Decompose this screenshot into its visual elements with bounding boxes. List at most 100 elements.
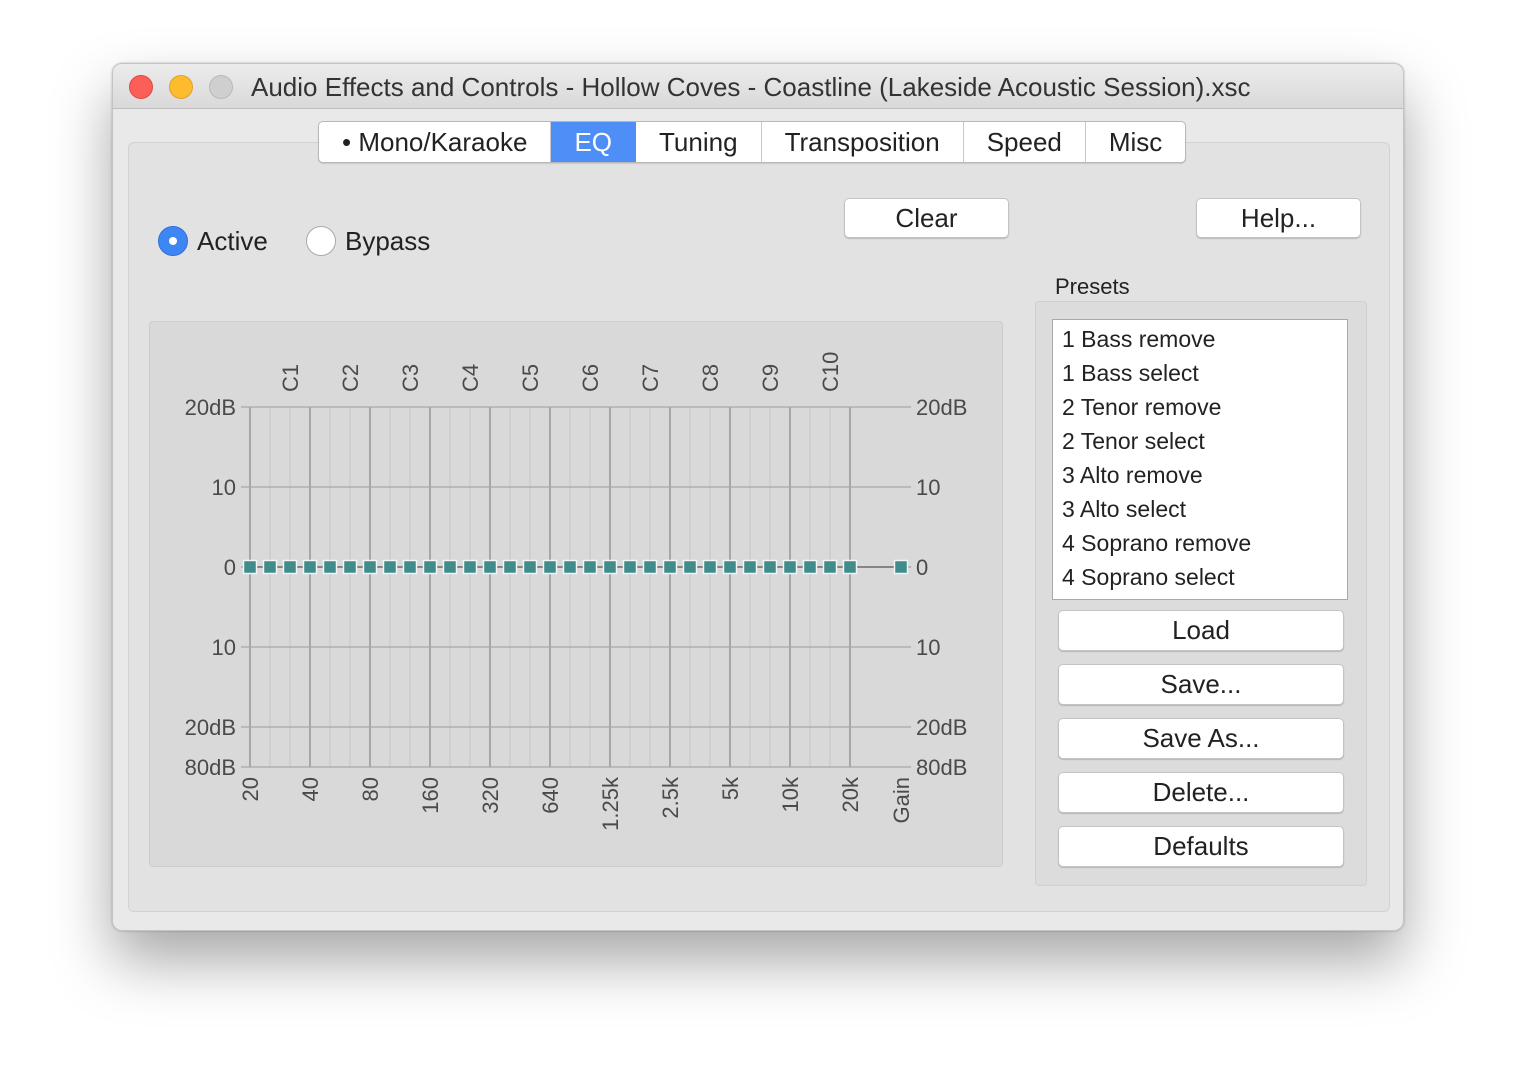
preset-item[interactable]: 1 Bass select [1053, 356, 1347, 390]
eq-channel-label: C1 [278, 364, 303, 392]
eq-left-axis-label: 10 [212, 475, 236, 500]
eq-band-handle[interactable] [402, 559, 418, 575]
eq-band-handle[interactable] [842, 559, 858, 575]
eq-frequency-label: 160 [418, 777, 443, 814]
tab-eq[interactable]: EQ [551, 122, 637, 162]
eq-band-handle[interactable] [742, 559, 758, 575]
title-bar: Audio Effects and Controls - Hollow Cove… [113, 64, 1403, 109]
eq-band-handle[interactable] [442, 559, 458, 575]
eq-channel-label: C8 [698, 364, 723, 392]
close-window-button[interactable] [129, 75, 153, 99]
eq-band-handle[interactable] [822, 559, 838, 575]
eq-right-axis-label: 80dB [916, 755, 967, 780]
eq-frequency-label: 40 [298, 777, 323, 801]
tab-transposition[interactable]: Transposition [762, 122, 964, 162]
eq-frequency-label: 20k [838, 776, 863, 812]
eq-channel-label: C4 [458, 364, 483, 392]
active-radio-option[interactable]: Active [158, 224, 268, 258]
tab-bar: • Mono/Karaoke EQ Tuning Transposition S… [318, 121, 1187, 163]
eq-band-handle[interactable] [482, 559, 498, 575]
eq-graph[interactable]: 20dB 10 0 10 20dB 80dB 20dB 10 0 10 20dB 80dB C1 C2 C3… [150, 322, 1002, 866]
eq-left-axis-label: 80dB [185, 755, 236, 780]
eq-band-handle[interactable] [502, 559, 518, 575]
eq-band-handle[interactable] [762, 559, 778, 575]
eq-right-axis-label: 20dB [916, 395, 967, 420]
eq-gain-handle[interactable] [893, 559, 909, 575]
eq-channel-label: C7 [638, 364, 663, 392]
preset-item[interactable]: 2 Tenor remove [1053, 390, 1347, 424]
eq-band-handle[interactable] [462, 559, 478, 575]
eq-band-handle[interactable] [782, 559, 798, 575]
eq-left-axis-label: 10 [212, 635, 236, 660]
preset-item[interactable]: 4 Soprano remove [1053, 526, 1347, 560]
window-title: Audio Effects and Controls - Hollow Cove… [251, 72, 1251, 102]
eq-frequency-label: 80 [358, 777, 383, 801]
clear-button[interactable]: Clear [844, 198, 1009, 238]
eq-channel-label: C6 [578, 364, 603, 392]
eq-frequency-label: 1.25k [598, 776, 623, 831]
eq-band-handle[interactable] [682, 559, 698, 575]
eq-channel-label: C2 [338, 364, 363, 392]
eq-right-axis-label: 10 [916, 475, 940, 500]
preset-item[interactable]: 3 Alto remove [1053, 458, 1347, 492]
tab-speed[interactable]: Speed [964, 122, 1086, 162]
eq-frequency-label: 5k [718, 776, 743, 800]
bypass-radio-button[interactable] [306, 226, 336, 256]
eq-band-handle[interactable] [242, 559, 258, 575]
eq-band-handle[interactable] [342, 559, 358, 575]
eq-band-handle[interactable] [542, 559, 558, 575]
eq-right-axis-label: 0 [916, 555, 928, 580]
save-as-preset-button[interactable]: Save As... [1058, 718, 1344, 759]
active-radio-button[interactable] [158, 226, 188, 256]
bypass-radio-option[interactable]: Bypass [306, 224, 430, 258]
eq-band-handle[interactable] [322, 559, 338, 575]
bypass-radio-label: Bypass [345, 225, 431, 256]
load-preset-button[interactable]: Load [1058, 610, 1344, 651]
eq-band-handle[interactable] [582, 559, 598, 575]
eq-channel-label: C3 [398, 364, 423, 392]
eq-band-handle[interactable] [802, 559, 818, 575]
tab-tuning[interactable]: Tuning [636, 122, 762, 162]
eq-band-handle[interactable] [362, 559, 378, 575]
eq-right-axis-label: 10 [916, 635, 940, 660]
eq-band-handle[interactable] [662, 559, 678, 575]
eq-left-axis-label: 20dB [185, 715, 236, 740]
eq-band-handle[interactable] [642, 559, 658, 575]
eq-band-handle[interactable] [302, 559, 318, 575]
save-preset-button[interactable]: Save... [1058, 664, 1344, 705]
eq-channel-label: C9 [758, 364, 783, 392]
delete-preset-button[interactable]: Delete... [1058, 772, 1344, 813]
defaults-button[interactable]: Defaults [1058, 826, 1344, 867]
preset-item[interactable]: 3 Alto select [1053, 492, 1347, 526]
presets-label: Presets [1055, 274, 1130, 299]
presets-list[interactable]: 1 Bass remove 1 Bass select 2 Tenor remo… [1052, 319, 1348, 600]
help-button[interactable]: Help... [1196, 198, 1361, 238]
preset-item[interactable]: 4 Soprano select [1053, 560, 1347, 594]
eq-channel-label: C10 [818, 352, 843, 392]
eq-channel-label: C5 [518, 364, 543, 392]
eq-band-handle[interactable] [702, 559, 718, 575]
eq-band-handle[interactable] [562, 559, 578, 575]
eq-band-handle[interactable] [382, 559, 398, 575]
zoom-window-button[interactable] [209, 75, 233, 99]
eq-band-handle[interactable] [622, 559, 638, 575]
eq-graph-panel: 20dB 10 0 10 20dB 80dB 20dB 10 0 10 20dB 80dB C1 C2 C3… [149, 321, 1003, 867]
eq-band-handle[interactable] [282, 559, 298, 575]
eq-band-handle[interactable] [422, 559, 438, 575]
tab-misc[interactable]: Misc [1086, 122, 1185, 162]
preset-item[interactable]: 1 Bass remove [1053, 322, 1347, 356]
active-radio-label: Active [197, 225, 268, 256]
eq-band-handle[interactable] [722, 559, 738, 575]
minimize-window-button[interactable] [169, 75, 193, 99]
eq-band-handle[interactable] [262, 559, 278, 575]
eq-frequency-label: 320 [478, 777, 503, 814]
eq-frequency-label: 20 [238, 777, 263, 801]
tab-mono-karaoke[interactable]: • Mono/Karaoke [319, 122, 552, 162]
eq-band-handle[interactable] [522, 559, 538, 575]
preset-item[interactable]: 2 Tenor select [1053, 424, 1347, 458]
eq-band-handle[interactable] [602, 559, 618, 575]
eq-left-axis-label: 20dB [185, 395, 236, 420]
eq-frequency-label: 2.5k [658, 776, 683, 819]
audio-effects-window: Audio Effects and Controls - Hollow Cove… [112, 63, 1404, 931]
eq-frequency-label: 640 [538, 777, 563, 814]
